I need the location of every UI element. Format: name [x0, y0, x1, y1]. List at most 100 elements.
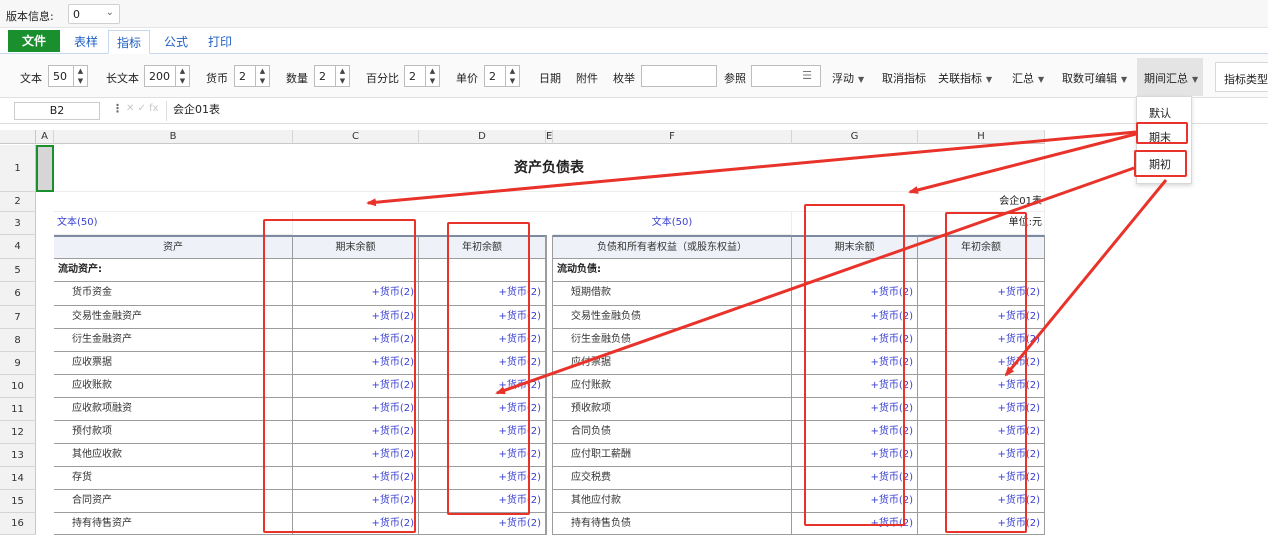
enum-input[interactable] — [641, 65, 717, 87]
liability-item[interactable]: 持有待售负债 — [553, 513, 792, 535]
text-label: 文本 — [20, 72, 42, 85]
attachment-button[interactable]: 附件 — [576, 70, 598, 86]
menu-item-default[interactable]: 默认 — [1149, 105, 1171, 121]
liability-item[interactable]: 应付账款 — [553, 375, 792, 398]
asset-item[interactable]: 应收票据 — [54, 352, 293, 375]
asset-item[interactable]: 其他应收款 — [54, 444, 293, 467]
version-value: 0 — [73, 8, 80, 21]
row-header-8[interactable]: 8 — [0, 329, 36, 352]
tab-index[interactable]: 指标 — [108, 30, 151, 54]
cell-reference-box[interactable]: B2 — [14, 102, 100, 120]
text50-right[interactable]: 文本(50) — [553, 212, 792, 235]
float-dropdown[interactable]: 浮动 ▼ — [832, 70, 864, 86]
index-type-button[interactable]: 指标类型 — [1215, 62, 1268, 92]
row-header-6[interactable]: 6 — [0, 282, 36, 306]
table-header-0[interactable]: 资产 — [54, 235, 293, 259]
column-header-e[interactable]: E — [546, 130, 553, 144]
liability-item[interactable]: 预收款项 — [553, 398, 792, 421]
cancel-index-button[interactable]: 取消指标 — [882, 70, 926, 86]
row-header-7[interactable]: 7 — [0, 306, 36, 329]
row-header-10[interactable]: 10 — [0, 375, 36, 398]
quantity-label: 数量 — [286, 72, 308, 85]
section-current-assets[interactable]: 流动资产: — [54, 259, 293, 282]
row-header-9[interactable]: 9 — [0, 352, 36, 375]
version-label: 版本信息: — [6, 10, 54, 23]
percent-precision-stepper[interactable]: 2 ▲ ▼ — [404, 65, 440, 87]
enum-label: 枚举 — [613, 72, 635, 85]
liability-item[interactable]: 合同负债 — [553, 421, 792, 444]
related-index-dropdown[interactable]: 关联指标 ▼ — [938, 70, 992, 86]
caret-down-icon: ▼ — [858, 75, 865, 84]
text-length-stepper[interactable]: 50 ▲ ▼ — [48, 65, 88, 87]
chevron-down-icon: ⌄ — [105, 7, 114, 18]
asset-item[interactable]: 交易性金融资产 — [54, 306, 293, 329]
asset-item[interactable]: 持有待售资产 — [54, 513, 293, 535]
asset-item[interactable]: 衍生金融资产 — [54, 329, 293, 352]
table-header-3[interactable]: 负债和所有者权益（或股东权益） — [553, 235, 792, 259]
asset-item[interactable]: 应收款项融资 — [54, 398, 293, 421]
row-header-12[interactable]: 12 — [0, 421, 36, 444]
asset-item[interactable]: 预付款项 — [54, 421, 293, 444]
row-header-15[interactable]: 15 — [0, 490, 36, 513]
column-header-g[interactable]: G — [792, 130, 918, 144]
row-header-1[interactable]: 1 — [0, 145, 36, 192]
summary-dropdown[interactable]: 汇总 ▼ — [1012, 70, 1044, 86]
annotation-box-end-balance-left — [263, 219, 416, 533]
menu-bar: 文件 表样 指标 公式 打印 — [0, 28, 1268, 54]
sheet-title[interactable]: 资产负债表 — [54, 145, 1045, 192]
currency-label: 货币 — [206, 72, 228, 85]
tab-formula[interactable]: 公式 — [164, 33, 188, 50]
liability-item[interactable]: 应交税费 — [553, 467, 792, 490]
asset-item[interactable]: 货币资金 — [54, 282, 293, 306]
begin-balance-cell[interactable]: +货币(2) — [419, 513, 546, 535]
liability-item[interactable]: 衍生金融负债 — [553, 329, 792, 352]
asset-item[interactable]: 存货 — [54, 467, 293, 490]
caret-down-icon: ▼ — [986, 75, 993, 84]
row-header-13[interactable]: 13 — [0, 444, 36, 467]
row-header-14[interactable]: 14 — [0, 467, 36, 490]
more-icon[interactable]: ⋮ — [112, 102, 123, 115]
liability-item[interactable]: 应付职工薪酬 — [553, 444, 792, 467]
row-header-3[interactable]: 3 — [0, 212, 36, 235]
column-header-b[interactable]: B — [54, 130, 293, 144]
sheet-corner[interactable] — [0, 130, 36, 144]
liability-item[interactable]: 其他应付款 — [553, 490, 792, 513]
date-button[interactable]: 日期 — [539, 70, 561, 86]
currency-precision-stepper[interactable]: 2 ▲ ▼ — [234, 65, 270, 87]
section-current-liabilities[interactable]: 流动负债: — [553, 259, 792, 282]
row-header-16[interactable]: 16 — [0, 513, 36, 535]
period-summary-dropdown[interactable]: 期间汇总 ▼ — [1144, 70, 1198, 86]
liability-item[interactable]: 应付票据 — [553, 352, 792, 375]
column-header-h[interactable]: H — [918, 130, 1045, 144]
caret-down-icon: ▼ — [1192, 75, 1199, 84]
version-bar: 版本信息: 0 ⌄ — [0, 0, 1268, 28]
reference-input[interactable]: ☰ — [751, 65, 821, 87]
row-header-11[interactable]: 11 — [0, 398, 36, 421]
asset-item[interactable]: 合同资产 — [54, 490, 293, 513]
tab-print[interactable]: 打印 — [208, 33, 232, 50]
liability-item[interactable]: 短期借款 — [553, 282, 792, 306]
text50-left[interactable]: 文本(50) — [54, 212, 293, 235]
price-precision-stepper[interactable]: 2 ▲ ▼ — [484, 65, 520, 87]
column-e-divider — [546, 235, 553, 535]
column-header-f[interactable]: F — [553, 130, 792, 144]
column-header-d[interactable]: D — [419, 130, 546, 144]
row-header-2[interactable]: 2 — [0, 192, 36, 212]
liability-item[interactable]: 交易性金融负债 — [553, 306, 792, 329]
file-menu-button[interactable]: 文件 — [8, 30, 60, 52]
longtext-length-stepper[interactable]: 200 ▲ ▼ — [144, 65, 190, 87]
row-header-4[interactable]: 4 — [0, 235, 36, 259]
cell-a1-selected[interactable] — [36, 145, 54, 192]
quantity-precision-stepper[interactable]: 2 ▲ ▼ — [314, 65, 350, 87]
column-header-a[interactable]: A — [36, 130, 54, 144]
annotation-box-end-balance-right — [804, 204, 905, 526]
column-header-c[interactable]: C — [293, 130, 419, 144]
formula-input[interactable]: 会企01表 — [166, 101, 1268, 121]
row-header-5[interactable]: 5 — [0, 259, 36, 282]
version-select[interactable]: 0 ⌄ — [68, 4, 120, 24]
list-icon[interactable]: ☰ — [802, 69, 812, 82]
tab-template[interactable]: 表样 — [74, 33, 98, 50]
asset-item[interactable]: 应收账款 — [54, 375, 293, 398]
annotation-box-period-begin — [1134, 150, 1187, 177]
fetch-editable-dropdown[interactable]: 取数可编辑 ▼ — [1062, 70, 1127, 86]
